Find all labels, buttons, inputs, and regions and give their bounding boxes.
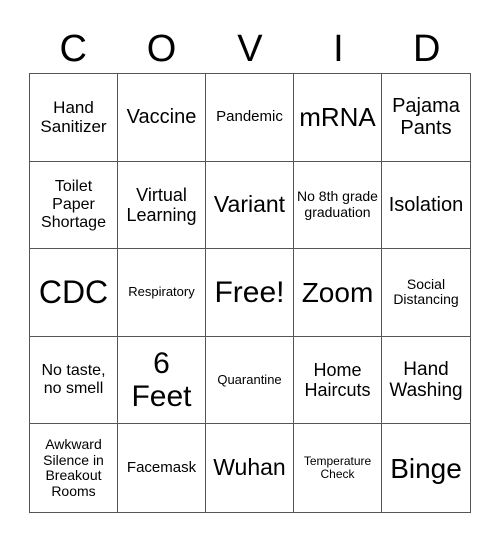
bingo-cell[interactable]: Pajama Pants [382, 74, 470, 162]
header-letter-i: I [333, 28, 344, 70]
bingo-cell[interactable]: mRNA [294, 74, 382, 162]
bingo-cell[interactable]: Vaccine [118, 74, 206, 162]
bingo-cell[interactable]: Facemask [118, 424, 206, 512]
bingo-cell-label: Vaccine [126, 106, 197, 129]
bingo-cell-label: No taste, no smell [41, 362, 106, 398]
bingo-cell[interactable]: Hand Sanitizer [30, 74, 118, 162]
bingo-cell-label: 6 Feet [131, 346, 192, 414]
bingo-cell-label: Home Haircuts [304, 359, 371, 401]
bingo-cell-label: Zoom [301, 276, 374, 308]
bingo-cell-label: Pandemic [216, 107, 283, 125]
bingo-cell-label: No 8th grade graduation [297, 188, 378, 220]
header-letter-o: O [146, 28, 177, 70]
bingo-cell-label: Pajama Pants [392, 94, 460, 140]
bingo-cell-label: CDC [38, 273, 109, 310]
bingo-cell[interactable]: Wuhan [206, 424, 294, 512]
bingo-cell-label: Social Distancing [393, 275, 459, 308]
bingo-cell[interactable]: Respiratory [118, 249, 206, 337]
bingo-cell[interactable]: Virtual Learning [118, 161, 206, 250]
bingo-cell-label: Temperature Check [303, 453, 372, 482]
bingo-cell[interactable]: Pandemic [206, 74, 294, 162]
bingo-cell[interactable]: Quarantine [206, 336, 294, 425]
bingo-cell[interactable]: Awkward Silence in Breakout Rooms [30, 424, 118, 512]
bingo-cell[interactable]: 6 Feet [118, 336, 206, 425]
bingo-cell-label: Toilet Paper Shortage [41, 178, 106, 231]
bingo-cell-label: Respiratory [128, 284, 195, 300]
header-letter-d: D [413, 28, 441, 70]
bingo-cell[interactable]: Temperature Check [294, 424, 382, 512]
bingo-cell[interactable]: Toilet Paper Shortage [30, 161, 118, 250]
bingo-cell[interactable]: No taste, no smell [30, 336, 118, 425]
bingo-cell-label: Awkward Silence in Breakout Rooms [43, 435, 104, 499]
bingo-cell[interactable]: CDC [30, 249, 118, 337]
bingo-cell-label: Quarantine [217, 371, 282, 387]
bingo-cell[interactable]: Binge [382, 424, 470, 512]
bingo-cell[interactable]: Social Distancing [382, 249, 470, 337]
bingo-cell-label: Free! [214, 275, 285, 309]
free-space-cell[interactable]: Free! [206, 249, 294, 337]
bingo-cell[interactable]: Isolation [382, 162, 470, 250]
bingo-cell-label: Hand Sanitizer [40, 98, 107, 137]
bingo-cell-label: Binge [390, 452, 462, 484]
bingo-cell-label: Hand Washing [389, 358, 463, 402]
bingo-cell-label: Virtual Learning [126, 184, 197, 225]
bingo-cell[interactable]: Variant [206, 161, 294, 250]
bingo-cell-label: Wuhan [213, 454, 286, 481]
bingo-cell-label: Facemask [126, 458, 197, 476]
header-letter-c: C [59, 28, 87, 70]
bingo-cell[interactable]: Zoom [294, 249, 382, 337]
bingo-cell-label: Variant [213, 191, 286, 218]
bingo-grid: Hand Sanitizer Vaccine Pandemic mRNA Pajama … [29, 73, 471, 513]
bingo-cell-label: Isolation [388, 193, 464, 216]
header-letter-v: V [237, 28, 263, 70]
bingo-cell-label: mRNA [299, 101, 376, 132]
bingo-header: C O V I D [29, 26, 471, 72]
bingo-cell[interactable]: Hand Washing [382, 337, 470, 425]
bingo-cell[interactable]: Home Haircuts [294, 336, 382, 425]
bingo-cell[interactable]: No 8th grade graduation [294, 161, 382, 250]
